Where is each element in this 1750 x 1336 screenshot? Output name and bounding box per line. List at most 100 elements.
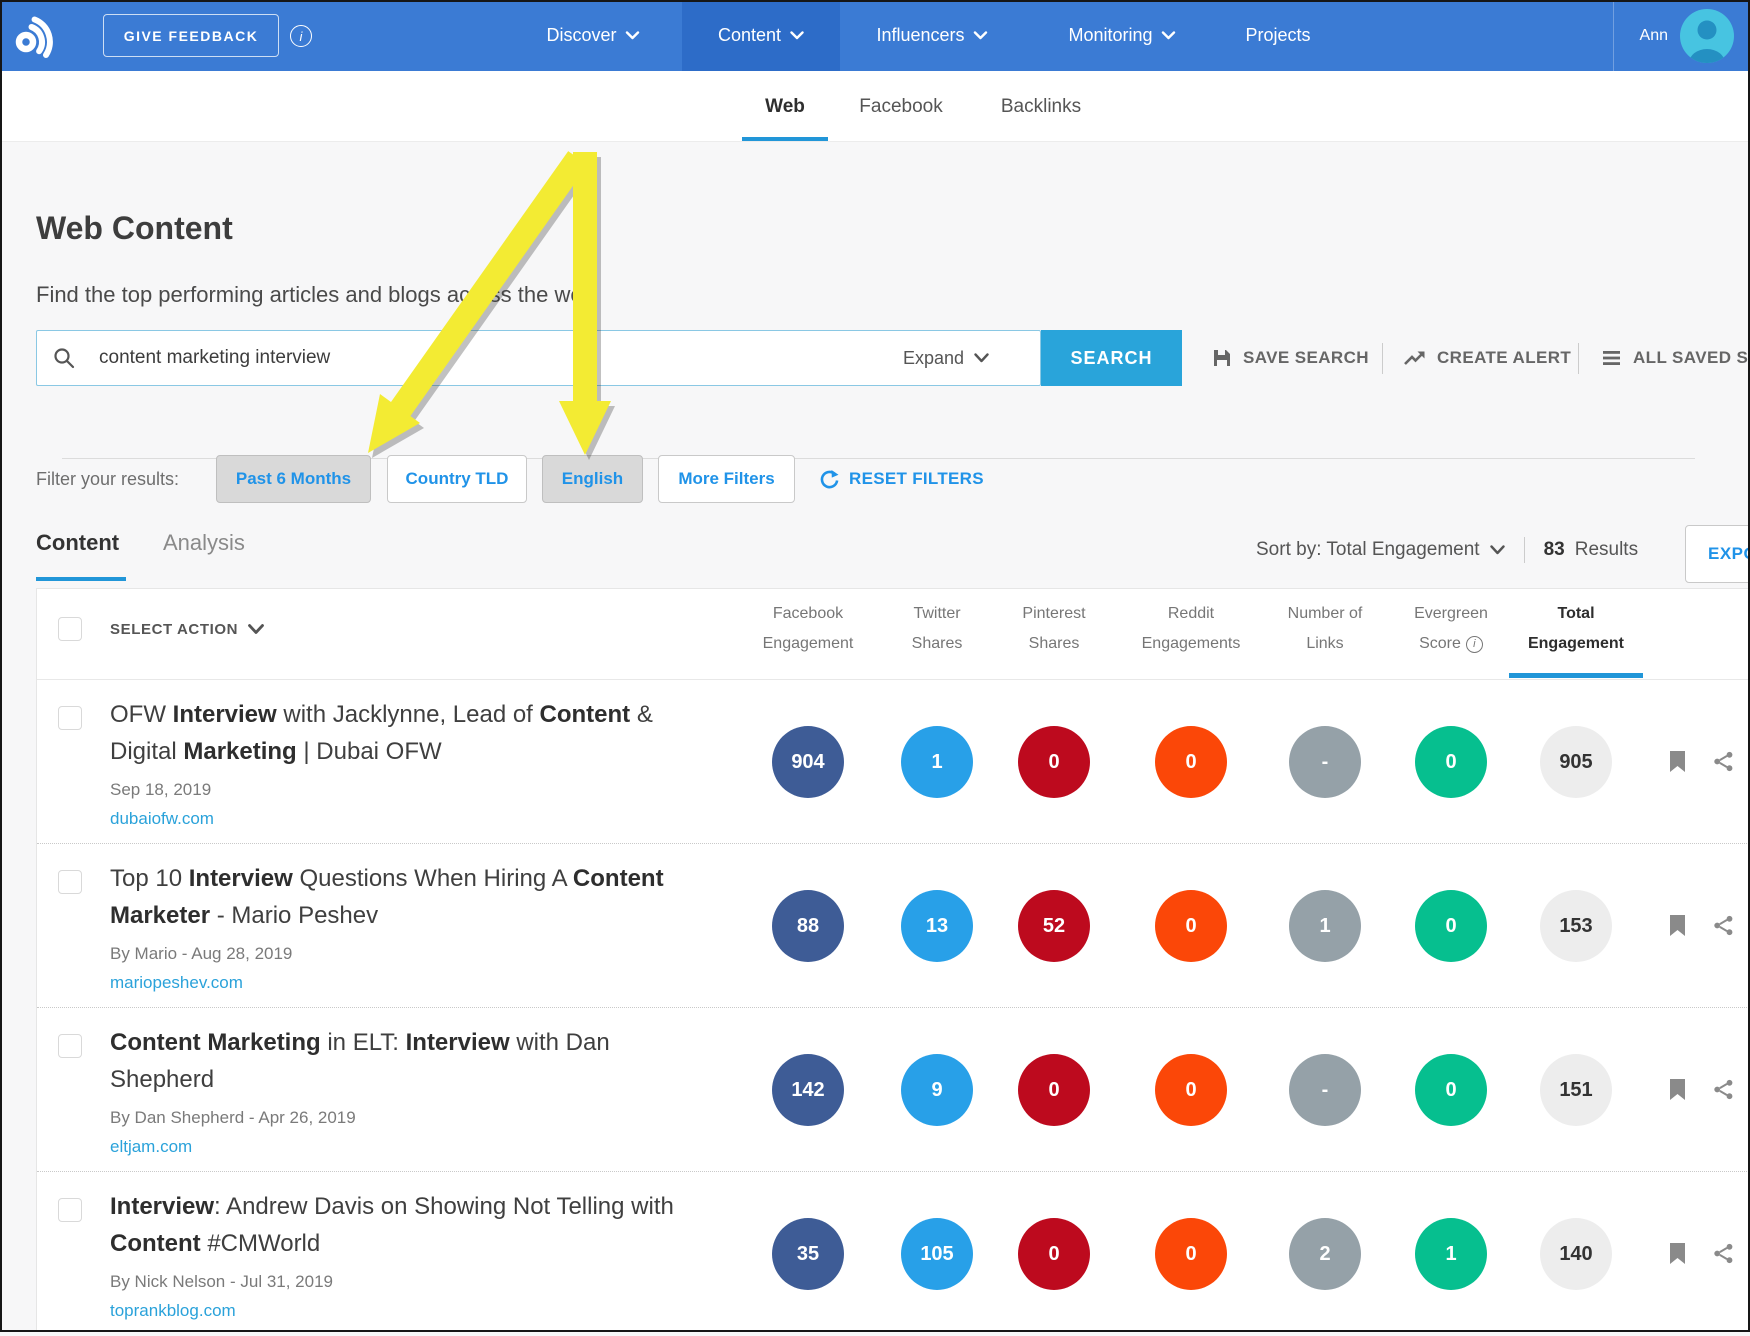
metric-twitter-shares: 105: [901, 1218, 973, 1290]
metric-twitter-shares: 9: [901, 1054, 973, 1126]
refresh-icon: [819, 469, 840, 490]
tab-web[interactable]: Web: [765, 71, 805, 142]
row-checkbox[interactable]: [58, 706, 82, 730]
metric-reddit-engagements: 0: [1155, 726, 1227, 798]
metric-facebook-engagement: 904: [772, 726, 844, 798]
bookmark-icon[interactable]: [1669, 751, 1691, 773]
article-domain-link[interactable]: mariopeshev.com: [110, 973, 243, 993]
nav-influencers[interactable]: Influencers: [876, 0, 987, 71]
search-icon: [52, 346, 76, 375]
sort-divider: [1524, 537, 1525, 563]
metric-evergreen-score: 0: [1415, 890, 1487, 962]
select-all-checkbox[interactable]: [58, 617, 82, 641]
buzzsumo-logo[interactable]: [10, 11, 58, 64]
bookmark-icon[interactable]: [1669, 915, 1691, 937]
create-alert-label: CREATE ALERT: [1437, 348, 1571, 368]
user-avatar[interactable]: [1680, 9, 1734, 63]
column-header-pinterest-shares[interactable]: PinterestShares: [974, 599, 1134, 659]
tab-analysis[interactable]: Analysis: [163, 530, 245, 556]
metric-pinterest-shares: 0: [1018, 1054, 1090, 1126]
article-domain-link[interactable]: eltjam.com: [110, 1137, 192, 1157]
share-icon[interactable]: [1713, 915, 1735, 937]
info-icon[interactable]: i: [1466, 636, 1483, 653]
article-title[interactable]: Top 10 Interview Questions When Hiring A…: [110, 860, 695, 934]
nav-discover[interactable]: Discover: [546, 0, 639, 71]
search-input[interactable]: [36, 330, 1041, 386]
share-icon[interactable]: [1713, 1243, 1735, 1265]
tab-content[interactable]: Content: [36, 530, 119, 556]
bookmark-icon[interactable]: [1669, 1079, 1691, 1101]
list-icon: [1602, 350, 1622, 366]
metric-reddit-engagements: 0: [1155, 1218, 1227, 1290]
sort-row: Sort by: Total Engagement 83 Results: [1256, 534, 1638, 566]
all-saved-searches-button[interactable]: ALL SAVED SEARCHES: [1602, 330, 1750, 386]
chevron-down-icon: [1490, 545, 1505, 555]
give-feedback-label: GIVE FEEDBACK: [124, 28, 259, 44]
nav-influencers-label: Influencers: [876, 25, 964, 46]
filter-country-tld[interactable]: Country TLD: [387, 455, 527, 503]
filter-past-6-months[interactable]: Past 6 Months: [216, 455, 371, 503]
article-title[interactable]: Content Marketing in ELT: Interview with…: [110, 1024, 695, 1098]
metric-number-of-links: 1: [1289, 890, 1361, 962]
save-search-button[interactable]: SAVE SEARCH: [1212, 330, 1369, 386]
metric-pinterest-shares: 0: [1018, 1218, 1090, 1290]
trending-up-icon: [1404, 350, 1426, 366]
top-navigation-bar: GIVE FEEDBACK i Discover Content Influen…: [0, 0, 1750, 71]
all-saved-searches-label: ALL SAVED SEARCHES: [1633, 348, 1750, 368]
article-meta: By Dan Shepherd - Apr 26, 2019: [110, 1108, 695, 1128]
results-word: Results: [1575, 539, 1638, 561]
tab-backlinks[interactable]: Backlinks: [1001, 71, 1081, 142]
give-feedback-button[interactable]: GIVE FEEDBACK: [103, 14, 279, 57]
expand-label: Expand: [903, 348, 964, 369]
metric-number-of-links: 2: [1289, 1218, 1361, 1290]
row-checkbox[interactable]: [58, 870, 82, 894]
filter-english[interactable]: English: [542, 455, 643, 503]
nav-monitoring[interactable]: Monitoring: [1068, 0, 1175, 71]
select-action-label: SELECT ACTION: [110, 621, 238, 638]
export-button[interactable]: EXPORT: [1685, 525, 1750, 583]
article-title[interactable]: OFW Interview with Jacklynne, Lead of Co…: [110, 696, 695, 770]
article-domain-link[interactable]: dubaiofw.com: [110, 809, 214, 829]
expand-dropdown[interactable]: Expand: [903, 330, 989, 386]
nav-content[interactable]: Content: [682, 0, 840, 71]
column-header-total-engagement[interactable]: TotalEngagement: [1496, 599, 1656, 659]
chevron-down-icon: [1162, 31, 1176, 40]
metric-pinterest-shares: 52: [1018, 890, 1090, 962]
article-title[interactable]: Interview: Andrew Davis on Showing Not T…: [110, 1188, 695, 1262]
chevron-down-icon: [248, 624, 264, 635]
article-meta: Sep 18, 2019: [110, 780, 695, 800]
sort-dropdown[interactable]: Sort by: Total Engagement: [1256, 539, 1480, 561]
nav-projects[interactable]: Projects: [1245, 0, 1310, 71]
nav-content-label: Content: [718, 25, 781, 46]
metric-evergreen-score: 0: [1415, 1054, 1487, 1126]
row-checkbox[interactable]: [58, 1198, 82, 1222]
actions-divider: [1382, 343, 1383, 374]
article-domain-link[interactable]: toprankblog.com: [110, 1301, 236, 1321]
metric-pinterest-shares: 0: [1018, 726, 1090, 798]
table-row: Content Marketing in ELT: Interview with…: [37, 1008, 1750, 1172]
active-results-tab-underline: [36, 577, 126, 581]
row-checkbox[interactable]: [58, 1034, 82, 1058]
nav-projects-label: Projects: [1245, 25, 1310, 46]
share-icon[interactable]: [1713, 751, 1735, 773]
search-button[interactable]: SEARCH: [1041, 330, 1182, 386]
results-table: SELECT ACTION FacebookEngagementTwitterS…: [36, 588, 1750, 1332]
user-name: Ann: [1622, 0, 1668, 71]
select-action-dropdown[interactable]: SELECT ACTION: [110, 615, 264, 643]
share-icon[interactable]: [1713, 1079, 1735, 1101]
metric-facebook-engagement: 142: [772, 1054, 844, 1126]
reset-filters-button[interactable]: RESET FILTERS: [819, 455, 984, 503]
metric-total-engagement: 151: [1540, 1054, 1612, 1126]
create-alert-button[interactable]: CREATE ALERT: [1404, 330, 1571, 386]
bookmark-icon[interactable]: [1669, 1243, 1691, 1265]
feedback-info-icon[interactable]: i: [290, 25, 312, 47]
filter-more-filters[interactable]: More Filters: [658, 455, 795, 503]
nav-discover-label: Discover: [546, 25, 616, 46]
page-title: Web Content: [36, 210, 233, 247]
tab-facebook[interactable]: Facebook: [859, 71, 942, 142]
save-search-label: SAVE SEARCH: [1243, 348, 1369, 368]
article-meta: By Mario - Aug 28, 2019: [110, 944, 695, 964]
metric-total-engagement: 140: [1540, 1218, 1612, 1290]
actions-divider: [1578, 343, 1579, 374]
person-icon: [1680, 9, 1734, 63]
